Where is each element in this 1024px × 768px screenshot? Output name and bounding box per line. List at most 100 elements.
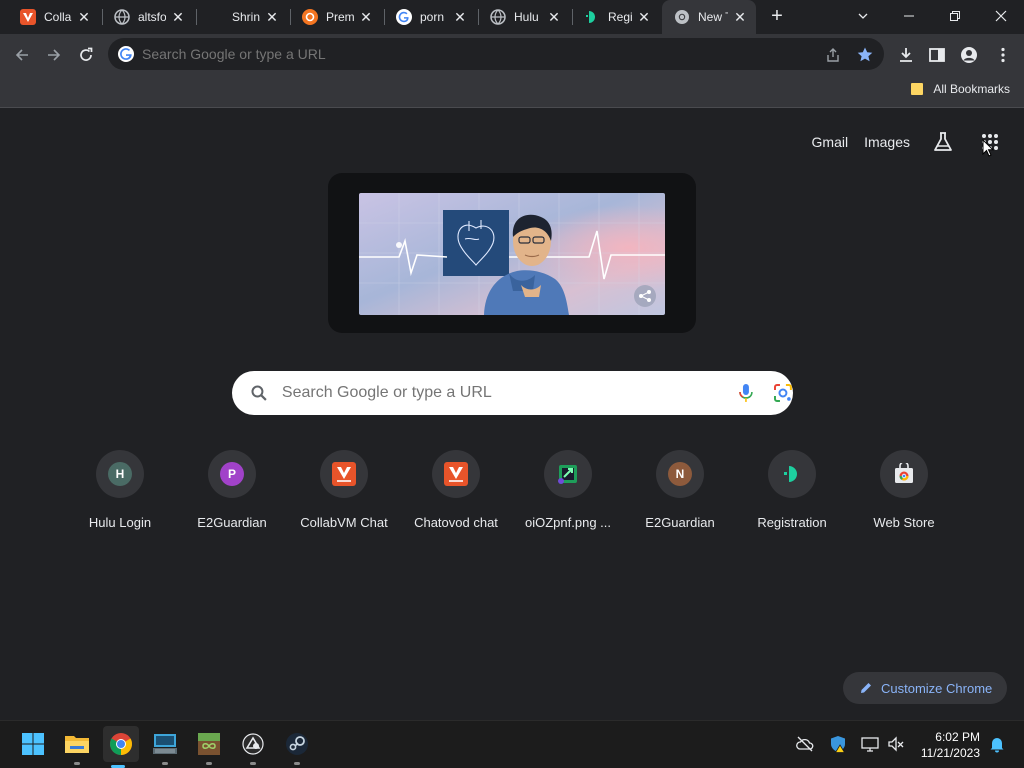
shortcut-tile	[432, 450, 480, 498]
tab-altsfor[interactable]: altsfor ✕	[102, 0, 194, 34]
shortcut-label: Chatovod chat	[414, 515, 498, 530]
ntp-search-input[interactable]	[281, 384, 700, 402]
restore-button[interactable]	[944, 5, 966, 27]
close-icon[interactable]: ✕	[636, 9, 652, 26]
globe-icon	[490, 9, 506, 25]
shortcut-tile: H	[96, 450, 144, 498]
all-bookmarks-button[interactable]: All Bookmarks	[911, 82, 1010, 96]
remote-desktop-button[interactable]	[150, 729, 180, 765]
google-icon	[118, 46, 134, 62]
taskbar: 6:02 PM 11/21/2023	[0, 720, 1024, 768]
volume-muted-icon[interactable]	[887, 735, 905, 753]
labs-flask-icon[interactable]	[932, 131, 954, 153]
blank-icon	[208, 9, 224, 25]
app-button[interactable]	[238, 729, 268, 765]
webstore-icon	[895, 463, 913, 483]
close-icon[interactable]: ✕	[546, 9, 562, 26]
bookmarks-bar: All Bookmarks	[0, 76, 1024, 108]
tab-collabvm[interactable]: CollabVM ✕	[8, 0, 100, 34]
tab-title: Premium	[326, 10, 354, 24]
close-window-button[interactable]	[990, 5, 1012, 27]
network-icon[interactable]	[861, 735, 879, 753]
shortcut-label: CollabVM Chat	[300, 515, 388, 530]
close-icon[interactable]: ✕	[264, 9, 280, 26]
close-icon[interactable]: ✕	[76, 9, 92, 26]
microphone-icon[interactable]	[737, 383, 755, 403]
collabvm-icon	[444, 462, 468, 486]
close-icon[interactable]: ✕	[452, 9, 468, 26]
file-explorer-button[interactable]	[62, 729, 92, 765]
taskbar-clock[interactable]: 6:02 PM 11/21/2023	[921, 729, 980, 761]
tab-title: New Tab	[698, 10, 728, 24]
all-bookmarks-label: All Bookmarks	[933, 82, 1010, 96]
keyboard-monitor-icon	[153, 734, 177, 754]
back-button[interactable]	[10, 44, 34, 66]
letter-n-icon: N	[668, 462, 692, 486]
ntp-search-box[interactable]	[232, 371, 793, 415]
images-link[interactable]: Images	[864, 134, 910, 150]
shortcut-image[interactable]: oiOZpnf.png ...	[512, 448, 624, 548]
steam-icon	[286, 733, 308, 755]
minimize-button[interactable]	[898, 5, 920, 27]
shortcut-tile	[544, 450, 592, 498]
close-icon[interactable]: ✕	[358, 9, 374, 26]
share-icon[interactable]	[824, 46, 842, 64]
gmail-link[interactable]: Gmail	[812, 134, 849, 150]
new-tab-page: Gmail Images Search Google or type a URL…	[0, 108, 1024, 720]
google-lens-icon[interactable]	[773, 383, 793, 403]
shortcut-label: Hulu Login	[88, 515, 152, 530]
steam-button[interactable]	[282, 729, 312, 765]
forward-arrow-icon	[48, 49, 61, 61]
registration-icon	[784, 466, 797, 482]
tab-title: CollabVM	[44, 10, 72, 24]
shortcut-chatovod-chat[interactable]: Chatovod chat	[400, 448, 512, 548]
tab-title: Shrink	[232, 10, 260, 24]
folder-icon	[65, 736, 89, 753]
new-tab-button[interactable]: +	[766, 5, 788, 27]
shortcut-e2guardian-2[interactable]: N E2Guardian	[624, 448, 736, 548]
app-icon	[242, 733, 264, 755]
chrome-icon	[110, 733, 132, 755]
game-launcher-button[interactable]	[194, 729, 224, 765]
tab-search-button[interactable]	[852, 5, 874, 27]
side-panel-icon[interactable]	[928, 46, 946, 64]
tab-premium[interactable]: Premium ✕	[290, 0, 382, 34]
close-icon[interactable]: ✕	[170, 9, 186, 26]
tab-shrink[interactable]: Shrink ✕	[196, 0, 288, 34]
clock-date: 11/21/2023	[920, 746, 980, 760]
chrome-taskbar-button[interactable]	[103, 726, 139, 768]
tab-registration[interactable]: Registration ✕	[572, 0, 660, 34]
download-icon[interactable]	[897, 46, 915, 64]
tab-new-tab[interactable]: New Tab ✕	[662, 0, 756, 34]
close-icon[interactable]: ✕	[732, 9, 748, 26]
shortcut-label: oiOZpnf.png ...	[525, 515, 611, 530]
profile-avatar-icon[interactable]	[960, 46, 978, 64]
shortcut-label: Web Store	[873, 515, 935, 530]
tab-hulu[interactable]: Hulu ✕	[478, 0, 570, 34]
windows-logo-icon	[22, 733, 44, 755]
shortcuts-grid: H Hulu Login P E2Guardian CollabVM Chat	[64, 448, 960, 548]
omnibox[interactable]	[108, 38, 884, 70]
globe-icon	[114, 9, 130, 25]
tab-google-search[interactable]: porn ✕	[384, 0, 476, 34]
shortcut-e2guardian[interactable]: P E2Guardian	[176, 448, 288, 548]
forward-button[interactable]	[42, 44, 66, 66]
registration-icon	[584, 9, 600, 25]
reload-button[interactable]	[74, 44, 98, 66]
shortcut-collabvm-chat[interactable]: CollabVM Chat	[288, 448, 400, 548]
onedrive-offline-icon[interactable]	[796, 735, 814, 753]
shortcut-registration[interactable]: Registration	[736, 448, 848, 548]
customize-chrome-button[interactable]: Customize Chrome	[843, 672, 1007, 704]
tab-title: altsfor	[138, 10, 166, 24]
chrome-icon	[674, 9, 690, 25]
google-doodle[interactable]	[359, 193, 665, 315]
menu-dots-icon[interactable]	[994, 46, 1012, 64]
shortcut-web-store[interactable]: Web Store	[848, 448, 960, 548]
omnibox-input[interactable]	[142, 46, 782, 62]
windows-security-warning-icon[interactable]	[829, 735, 847, 753]
shortcut-hulu-login[interactable]: H Hulu Login	[64, 448, 176, 548]
search-icon	[251, 385, 267, 401]
start-button[interactable]	[18, 729, 48, 759]
notification-bell-icon[interactable]	[988, 735, 1006, 753]
bookmark-star-icon[interactable]	[856, 46, 874, 64]
